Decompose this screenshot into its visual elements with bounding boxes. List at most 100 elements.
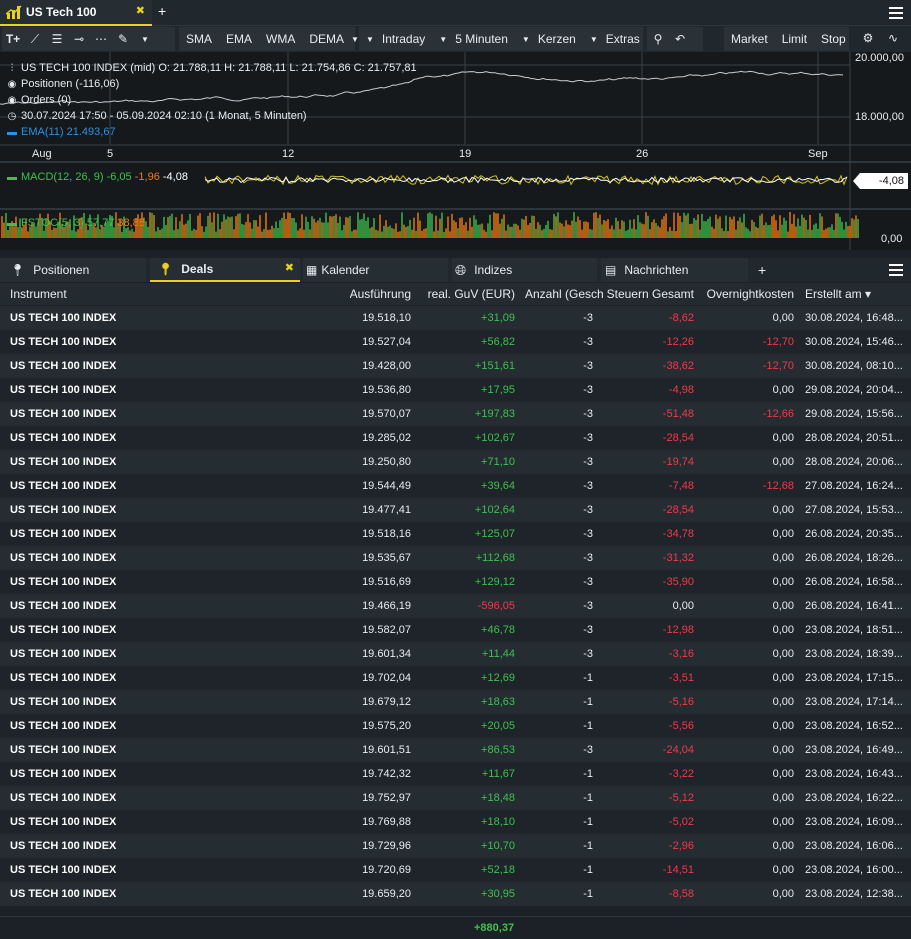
cell-realized-pnl: -596,05 — [477, 600, 515, 612]
table-row[interactable]: US TECH 100 INDEX 19.601,34 +11,44 -3 -3,16 0… — [0, 642, 911, 666]
cell-quantity: -3 — [583, 384, 593, 396]
table-row[interactable]: US TECH 100 INDEX 19.516,69 +129,12 -3 -35,9… — [0, 570, 911, 594]
sma-button[interactable]: SMA — [179, 27, 219, 51]
dotted-line-icon[interactable]: ⋯ — [90, 32, 112, 46]
table-row[interactable]: US TECH 100 INDEX 19.536,80 +17,95 -3 -4,98 0… — [0, 378, 911, 402]
col-header-realized-pnl[interactable]: real. GuV (EUR) — [428, 287, 515, 301]
cell-quantity: -3 — [583, 504, 593, 516]
fstoc-legend[interactable]: ▬ FSTOC(5, 3) 57,77 38,88 — [6, 217, 145, 229]
cell-taxes: -5,02 — [668, 816, 694, 828]
horizontal-line-icon[interactable]: ⊸ — [68, 32, 90, 46]
chevron-down-icon[interactable]: ▼ — [134, 35, 156, 44]
cell-taxes: -28,54 — [662, 504, 694, 516]
period-select[interactable]: ▼ 5 Minuten — [432, 27, 515, 51]
tab-indizes[interactable]: 🌐︎ Indizes — [452, 258, 597, 282]
ema-legend[interactable]: ▬ EMA(11) 21.493,67 — [6, 126, 116, 138]
col-header-taxes[interactable]: Steuern Gesamt — [607, 287, 694, 301]
table-row[interactable]: US TECH 100 INDEX 19.769,88 +18,10 -1 -5,02 0… — [0, 810, 911, 834]
orders-label: Orders (0) — [21, 94, 72, 106]
hamburger-menu-icon[interactable] — [889, 7, 903, 19]
table-row[interactable]: US TECH 100 INDEX 19.518,16 +125,07 -3 -34,7… — [0, 522, 911, 546]
dema-button[interactable]: DEMA — [302, 27, 351, 51]
cell-execution: 19.729,96 — [362, 840, 411, 852]
market-order-button[interactable]: Market — [724, 27, 775, 51]
table-row[interactable]: US TECH 100 INDEX 19.428,00 +151,61 -3 -38,6… — [0, 354, 911, 378]
extras-label: Extras — [605, 32, 640, 46]
settings-icon[interactable]: ⚙ — [857, 31, 879, 45]
extras-select[interactable]: ▼ Extras — [583, 27, 647, 51]
positions-legend[interactable]: ◉ Positionen (-116,06) — [6, 78, 120, 90]
cell-instrument: US TECH 100 INDEX — [10, 696, 117, 708]
table-row[interactable]: US TECH 100 INDEX 19.570,07 +197,83 -3 -51,4… — [0, 402, 911, 426]
interval-select[interactable]: ▼ Intraday — [359, 27, 432, 51]
tab-deals[interactable]: 📍︎ Deals ✖ — [150, 258, 300, 282]
zoom-icon[interactable]: ⚲ — [647, 32, 669, 46]
range-legend: ◷ 30.07.2024 17:50 - 05.09.2024 02:10 (1 … — [6, 110, 307, 122]
tab-kalender[interactable]: ▦ Kalender — [303, 258, 448, 282]
add-tab-button[interactable]: + — [158, 3, 166, 19]
fstoc-d-value: 38,88 — [117, 217, 145, 229]
macd-legend[interactable]: ▬ MACD(12, 26, 9) -6,05 -1,96 -4,08 — [6, 171, 188, 183]
ema-button[interactable]: EMA — [219, 27, 259, 51]
table-row[interactable]: US TECH 100 INDEX 19.575,20 +20,05 -1 -5,56 0… — [0, 714, 911, 738]
table-row[interactable]: US TECH 100 INDEX 19.720,69 +52,18 -1 -14,51… — [0, 858, 911, 882]
line-tool-icon[interactable]: ⟋ — [24, 32, 46, 47]
table-row[interactable]: US TECH 100 INDEX 19.544,49 +39,64 -3 -7,48 -… — [0, 474, 911, 498]
table-row[interactable]: US TECH 100 INDEX 19.250,80 +71,10 -3 -19,74… — [0, 450, 911, 474]
tab-positionen[interactable]: 📍︎ Positionen — [0, 258, 146, 282]
cell-realized-pnl: +71,10 — [481, 456, 515, 468]
table-row[interactable]: US TECH 100 INDEX 19.285,02 +102,67 -3 -28,5… — [0, 426, 911, 450]
close-tab-icon[interactable]: ✖ — [285, 261, 294, 274]
price-chart[interactable]: ⫶ US TECH 100 INDEX (mid) O: 21.788,11 H:… — [0, 52, 911, 250]
table-row[interactable]: US TECH 100 INDEX 19.702,04 +12,69 -1 -3,51 0… — [0, 666, 911, 690]
table-row[interactable]: US TECH 100 INDEX 19.601,51 +86,53 -3 -24,04… — [0, 738, 911, 762]
cell-quantity: -1 — [583, 672, 593, 684]
tab-nachrichten[interactable]: ▤ Nachrichten — [601, 258, 748, 282]
brush-tool-icon[interactable]: ✎ — [112, 32, 134, 46]
hamburger-menu-icon[interactable] — [889, 264, 903, 276]
cell-overnight: 0,00 — [772, 432, 794, 444]
cell-instrument: US TECH 100 INDEX — [10, 432, 117, 444]
table-row[interactable]: US TECH 100 INDEX 19.466,19 -596,05 -3 0,00 0… — [0, 594, 911, 618]
chevron-down-icon[interactable]: ▼ — [351, 35, 359, 44]
cell-instrument: US TECH 100 INDEX — [10, 576, 117, 588]
col-header-overnight[interactable]: Overnightkosten — [707, 287, 794, 301]
add-panel-tab-button[interactable]: + — [758, 258, 766, 282]
table-row[interactable]: US TECH 100 INDEX 19.582,07 +46,78 -3 -12,98… — [0, 618, 911, 642]
tab-label: Indizes — [474, 263, 513, 277]
col-header-execution[interactable]: Ausführung — [350, 287, 411, 301]
col-header-instrument[interactable]: Instrument — [10, 287, 67, 301]
col-header-created[interactable]: Erstellt am ▾ — [805, 287, 871, 301]
col-header-quantity[interactable]: Anzahl (Geschl — [525, 287, 603, 301]
cell-taxes: -51,48 — [662, 408, 694, 420]
fibonacci-tool-icon[interactable]: ☰ — [46, 32, 68, 46]
undo-icon[interactable]: ↶ — [669, 32, 691, 46]
tab-us-tech-100[interactable]: US Tech 100 ✖ — [0, 0, 152, 26]
chevron-down-icon: ▼ — [589, 34, 598, 44]
total-pnl: +880,37 — [474, 922, 515, 934]
cell-created: 30.08.2024, 08:10... — [805, 360, 903, 372]
chart-type-select[interactable]: ▼ Kerzen — [515, 27, 583, 51]
table-row[interactable]: US TECH 100 INDEX 19.535,67 +112,68 -3 -31,3… — [0, 546, 911, 570]
table-row[interactable]: US TECH 100 INDEX 19.518,10 +31,09 -3 -8,62 0… — [0, 306, 911, 330]
table-row[interactable]: US TECH 100 INDEX 19.659,20 +30,95 -1 -8,58 0… — [0, 882, 911, 906]
cell-execution: 19.536,80 — [362, 384, 411, 396]
close-tab-icon[interactable]: ✖ — [136, 4, 145, 17]
table-row[interactable]: US TECH 100 INDEX 19.729,96 +10,70 -1 -2,96 0… — [0, 834, 911, 858]
cell-realized-pnl: +125,07 — [474, 528, 515, 540]
table-row[interactable]: US TECH 100 INDEX 19.742,32 +11,67 -1 -3,22 0… — [0, 762, 911, 786]
orders-legend[interactable]: ◉ Orders (0) — [6, 94, 72, 106]
text-tool-icon[interactable]: T+ — [2, 32, 24, 46]
table-row[interactable]: US TECH 100 INDEX 19.679,12 +18,63 -1 -5,16 0… — [0, 690, 911, 714]
y-axis-label: 18.000,00 — [855, 111, 904, 123]
ema-label: EMA(11) 21.493,67 — [21, 126, 116, 138]
table-row[interactable]: US TECH 100 INDEX 19.752,97 +18,48 -1 -5,12 0… — [0, 786, 911, 810]
wma-button[interactable]: WMA — [259, 27, 302, 51]
table-row[interactable]: US TECH 100 INDEX 19.477,41 +102,64 -3 -28,5… — [0, 498, 911, 522]
stop-order-button[interactable]: Stop — [814, 27, 853, 51]
tab-label: Deals — [181, 262, 214, 276]
cell-instrument: US TECH 100 INDEX — [10, 360, 117, 372]
table-row[interactable]: US TECH 100 INDEX 19.527,04 +56,82 -3 -12,26… — [0, 330, 911, 354]
limit-order-button[interactable]: Limit — [775, 27, 814, 51]
indicator-icon[interactable]: ∿ — [882, 31, 904, 45]
